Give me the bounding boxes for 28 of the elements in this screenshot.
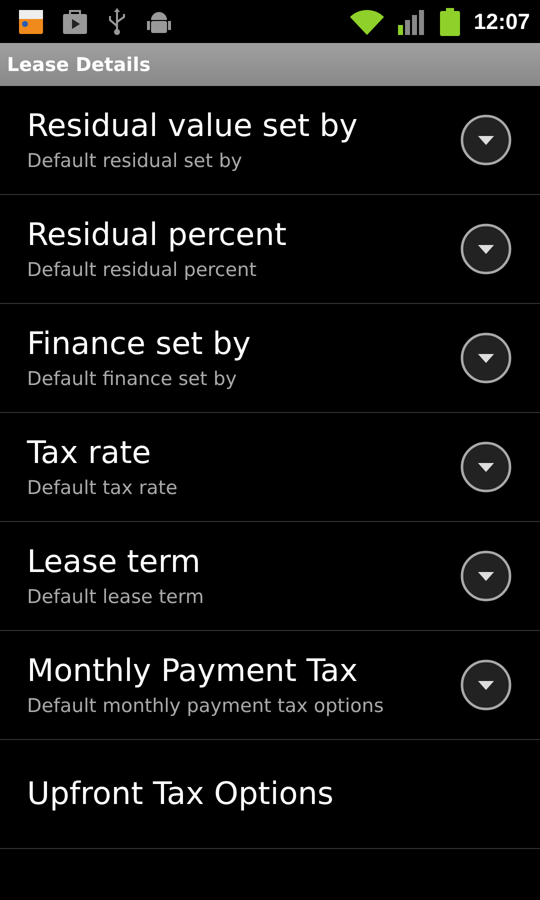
preference-item[interactable]: Upfront Tax Options [0, 740, 540, 849]
preference-summary: Default tax rate [27, 476, 178, 501]
preference-title: Finance set by [27, 325, 251, 364]
preference-summary: Default finance set by [27, 367, 238, 392]
preference-title: Tax rate [27, 434, 152, 473]
preference-summary: Default monthly payment tax options [27, 694, 384, 719]
preference-title: Upfront Tax Options [27, 775, 334, 814]
signal-icon [398, 8, 426, 34]
battery-icon [440, 8, 460, 36]
preference-title: Lease term [27, 543, 202, 582]
clock: 12:07 [474, 8, 530, 34]
usb-icon [106, 8, 128, 36]
app-store-icon [18, 8, 44, 34]
preference-summary: Default residual percent [27, 258, 258, 283]
preference-summary: Default residual set by [27, 149, 244, 174]
preference-item[interactable]: Finance set by Default finance set by [0, 304, 540, 413]
preference-item[interactable]: Residual value set by Default residual set by [0, 86, 540, 195]
preference-item[interactable]: Tax rate Default tax rate [0, 413, 540, 522]
wifi-icon [350, 8, 384, 34]
preference-title: Residual percent [27, 216, 287, 255]
preference-title: Monthly Payment Tax [27, 652, 359, 691]
preference-title: Residual value set by [27, 107, 358, 146]
preference-item[interactable]: Residual percent Default residual percent [0, 195, 540, 304]
preference-summary: Default lease term [27, 585, 204, 610]
preference-item[interactable]: Lease term Default lease term [0, 522, 540, 631]
shopping-bag-icon [62, 8, 88, 34]
screen-title: Lease Details [7, 54, 151, 76]
preference-item[interactable]: Monthly Payment Tax Default monthly payment tax options [0, 631, 540, 740]
